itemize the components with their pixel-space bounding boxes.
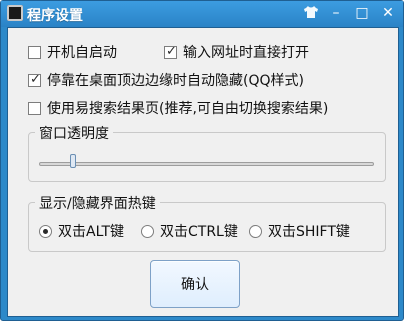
auto-hide-checkbox[interactable] xyxy=(28,72,41,87)
open-url-checkbox[interactable] xyxy=(164,44,177,59)
hotkey-option-alt[interactable]: 双击ALT键 xyxy=(39,221,124,241)
hotkey-title: 显示/隐藏界面热键 xyxy=(35,193,160,213)
transparency-slider-track[interactable] xyxy=(39,162,374,166)
transparency-group: 窗口透明度 xyxy=(28,123,386,182)
hotkey-option-shift[interactable]: 双击SHIFT键 xyxy=(249,221,350,241)
title-bar[interactable]: 程序设置 – □ ✕ xyxy=(1,1,403,27)
ctrl-label: 双击CTRL键 xyxy=(160,224,238,240)
settings-panel: 开机自启动 输入网址时直接打开 停靠在桌面顶边边缘时自动隐藏(QQ样式) 使用易… xyxy=(7,27,399,317)
search-page-label: 使用易搜索结果页(推荐,可自由切换搜索结果) xyxy=(47,101,329,117)
shirt-icon[interactable] xyxy=(303,4,319,20)
open-url-option[interactable]: 输入网址时直接打开 xyxy=(164,42,309,62)
maximize-icon[interactable]: □ xyxy=(353,4,371,22)
title-controls: – □ ✕ xyxy=(303,4,397,22)
auto-hide-option[interactable]: 停靠在桌面顶边边缘时自动隐藏(QQ样式) xyxy=(28,70,304,90)
confirm-button[interactable]: 确认 xyxy=(150,260,240,308)
auto-hide-label: 停靠在桌面顶边边缘时自动隐藏(QQ样式) xyxy=(47,73,304,89)
ctrl-radio[interactable] xyxy=(141,224,154,238)
alt-label: 双击ALT键 xyxy=(58,224,125,240)
shift-radio[interactable] xyxy=(249,224,262,238)
transparency-title: 窗口透明度 xyxy=(35,123,113,143)
autostart-option[interactable]: 开机自启动 xyxy=(28,42,117,62)
minimize-icon[interactable]: – xyxy=(327,4,345,22)
search-page-option[interactable]: 使用易搜索结果页(推荐,可自由切换搜索结果) xyxy=(28,98,328,118)
app-icon xyxy=(7,5,23,21)
window-title: 程序设置 xyxy=(27,8,83,24)
alt-radio[interactable] xyxy=(39,224,52,238)
shift-label: 双击SHIFT键 xyxy=(268,224,350,240)
close-icon[interactable]: ✕ xyxy=(379,4,397,22)
transparency-slider-thumb[interactable] xyxy=(69,154,76,168)
hotkey-group: 显示/隐藏界面热键 双击ALT键 双击CTRL键 双击SHIFT键 xyxy=(28,193,386,252)
hotkey-option-ctrl[interactable]: 双击CTRL键 xyxy=(141,221,238,241)
search-page-checkbox[interactable] xyxy=(28,101,41,115)
open-url-label: 输入网址时直接打开 xyxy=(183,45,309,61)
autostart-label: 开机自启动 xyxy=(47,45,117,61)
autostart-checkbox[interactable] xyxy=(28,45,41,59)
settings-window: 程序设置 – □ ✕ 开机自启动 输入网址时直接打开 停靠在桌面顶边边缘时自动隐… xyxy=(0,0,404,321)
